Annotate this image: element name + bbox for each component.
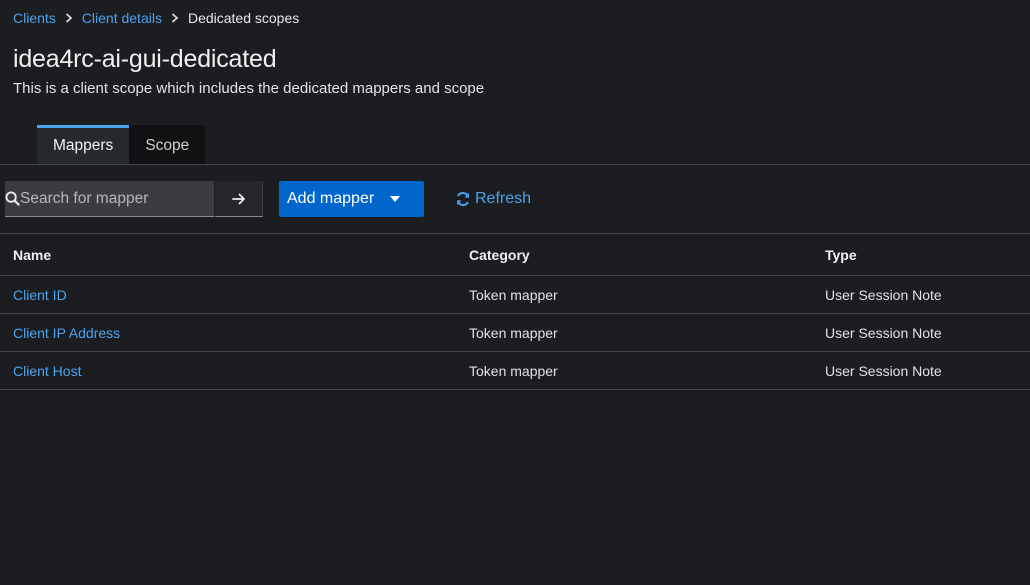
add-mapper-button[interactable]: Add mapper — [279, 181, 424, 217]
refresh-button[interactable]: Refresh — [455, 181, 531, 217]
breadcrumb: Clients Client details Dedicated scopes — [13, 9, 299, 27]
search-box — [5, 181, 220, 217]
page: Clients Client details Dedicated scopes … — [0, 0, 1030, 585]
table-row: Client Host Token mapper User Session No… — [0, 352, 1030, 389]
table-row: Client IP Address Token mapper User Sess… — [0, 314, 1030, 351]
mapper-category: Token mapper — [469, 324, 558, 341]
breadcrumb-clients-link[interactable]: Clients — [13, 10, 56, 26]
breadcrumb-current: Dedicated scopes — [187, 10, 300, 26]
column-header-name: Name — [13, 246, 52, 263]
search-icon — [5, 191, 20, 206]
mappers-table: Name Category Type Client ID Token mappe… — [0, 233, 1030, 390]
add-mapper-label: Add mapper — [287, 190, 375, 207]
tab-scope[interactable]: Scope — [129, 125, 206, 164]
chevron-right-icon — [162, 13, 188, 23]
mapper-name-link[interactable]: Client ID — [13, 287, 67, 303]
mapper-category: Token mapper — [469, 362, 558, 379]
mapper-name-link[interactable]: Client IP Address — [13, 325, 120, 341]
mapper-name-link[interactable]: Client Host — [13, 363, 81, 379]
breadcrumb-client-details-link[interactable]: Client details — [82, 10, 162, 26]
refresh-icon — [456, 192, 470, 206]
chevron-right-icon — [56, 13, 82, 23]
mapper-category: Token mapper — [469, 286, 558, 303]
tab-bar: Mappers Scope — [37, 125, 206, 164]
page-title: idea4rc-ai-gui-dedicated — [13, 45, 277, 73]
search-input[interactable] — [20, 181, 220, 216]
column-header-category: Category — [469, 246, 530, 263]
arrow-right-icon — [231, 193, 245, 204]
table-header-row: Name Category Type — [0, 234, 1030, 275]
mapper-type: User Session Note — [825, 324, 942, 341]
search-group — [5, 181, 263, 217]
search-submit-button[interactable] — [215, 181, 263, 217]
tabs-divider — [0, 164, 1030, 165]
tab-mappers[interactable]: Mappers — [37, 125, 130, 164]
refresh-label: Refresh — [475, 190, 532, 207]
table-row: Client ID Token mapper User Session Note — [0, 276, 1030, 313]
mapper-type: User Session Note — [825, 286, 942, 303]
page-subtitle: This is a client scope which includes th… — [13, 80, 485, 97]
column-header-type: Type — [825, 246, 857, 263]
caret-down-icon — [390, 196, 401, 202]
mapper-type: User Session Note — [825, 362, 942, 379]
